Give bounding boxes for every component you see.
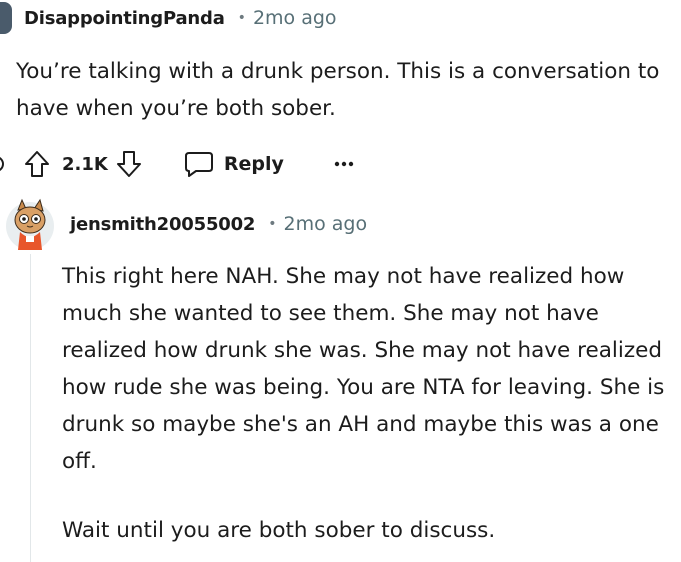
username-link[interactable]: DisappointingPanda — [24, 8, 225, 29]
comment-header: DisappointingPanda • 2mo ago — [24, 6, 337, 30]
meta-separator: • — [237, 10, 246, 26]
timestamp[interactable]: 2mo ago — [253, 7, 337, 29]
speech-bubble-icon — [184, 150, 214, 178]
upvote-arrow-icon[interactable] — [24, 150, 50, 178]
avatar[interactable] — [4, 196, 56, 252]
thread-line[interactable] — [30, 254, 31, 562]
more-dots-icon[interactable] — [334, 161, 354, 167]
comment-body-paragraph: This right here NAH. She may not have re… — [62, 264, 665, 474]
collapse-thread-icon[interactable] — [0, 156, 4, 172]
reply-button[interactable]: Reply — [184, 150, 284, 178]
meta-separator: • — [268, 216, 277, 232]
comment-body-paragraph: Wait until you are both sober to discuss… — [62, 518, 496, 543]
downvote-arrow-icon[interactable] — [116, 150, 142, 178]
timestamp[interactable]: 2mo ago — [284, 213, 368, 235]
comment-header: jensmith20055002 • 2mo ago — [70, 212, 367, 236]
comment-action-bar: 2.1K Reply — [0, 144, 354, 184]
avatar[interactable] — [0, 2, 12, 34]
comment-body: You’re talking with a drunk person. This… — [16, 59, 660, 121]
reply-label: Reply — [223, 153, 284, 175]
comment-thread: DisappointingPanda • 2mo ago You’re talk… — [0, 0, 681, 562]
vote-count: 2.1K — [62, 153, 108, 175]
username-link[interactable]: jensmith20055002 — [70, 214, 255, 235]
